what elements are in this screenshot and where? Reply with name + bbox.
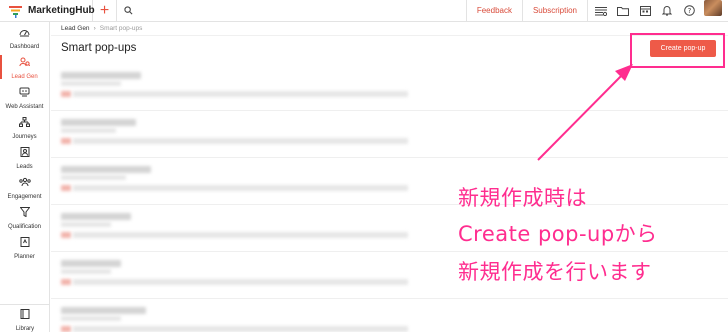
annotation-line-1: 新規作成時は [458, 186, 587, 210]
annotation-line-3: 新規作成を行います [458, 260, 652, 284]
annotation-line-2: Create pop-upから [458, 222, 658, 246]
